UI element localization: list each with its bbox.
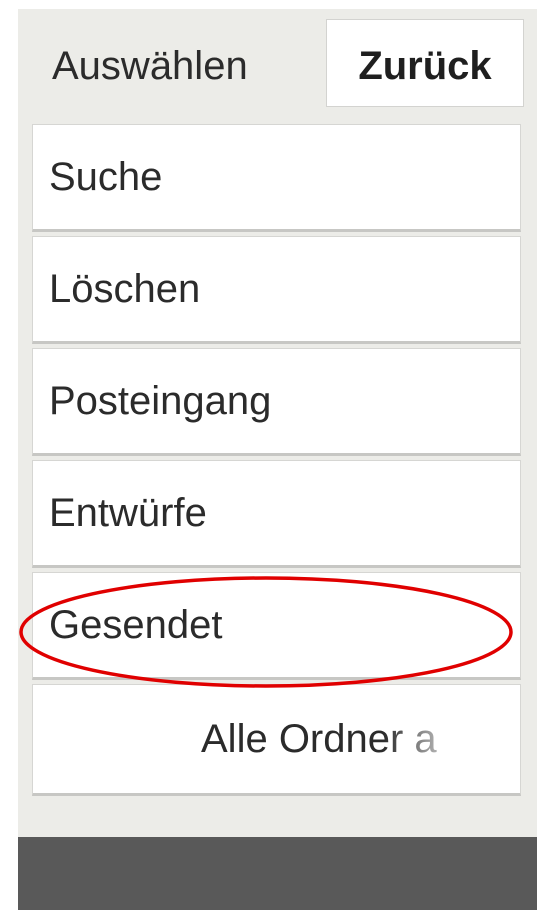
menu-item-entwuerfe[interactable]: Entwürfe (32, 460, 521, 568)
menu-item-alle-ordner[interactable]: Alle Ordner a (32, 684, 521, 796)
menu-item-loeschen[interactable]: Löschen (32, 236, 521, 344)
page-title: Auswählen (52, 44, 248, 88)
menu-item-gesendet[interactable]: Gesendet (32, 572, 521, 680)
folder-select-screen: Auswählen Zurück Suche Löschen Posteinga… (0, 0, 537, 910)
bottom-bar (18, 837, 537, 910)
menu-item-suche[interactable]: Suche (32, 124, 521, 232)
menu-item-posteingang[interactable]: Posteingang (32, 348, 521, 456)
top-margin (0, 0, 537, 9)
all-folders-label: Alle Ordner a (201, 717, 437, 761)
menu-item-label: Suche (49, 155, 163, 199)
menu-item-label: Löschen (49, 267, 201, 311)
menu-item-label: Entwürfe (49, 491, 207, 535)
back-button[interactable]: Zurück (326, 19, 524, 107)
menu-item-label: Posteingang (49, 379, 272, 423)
scrolling-label-viewport: Alle Ordner a (53, 685, 456, 793)
menu-item-label: Gesendet (49, 603, 223, 647)
